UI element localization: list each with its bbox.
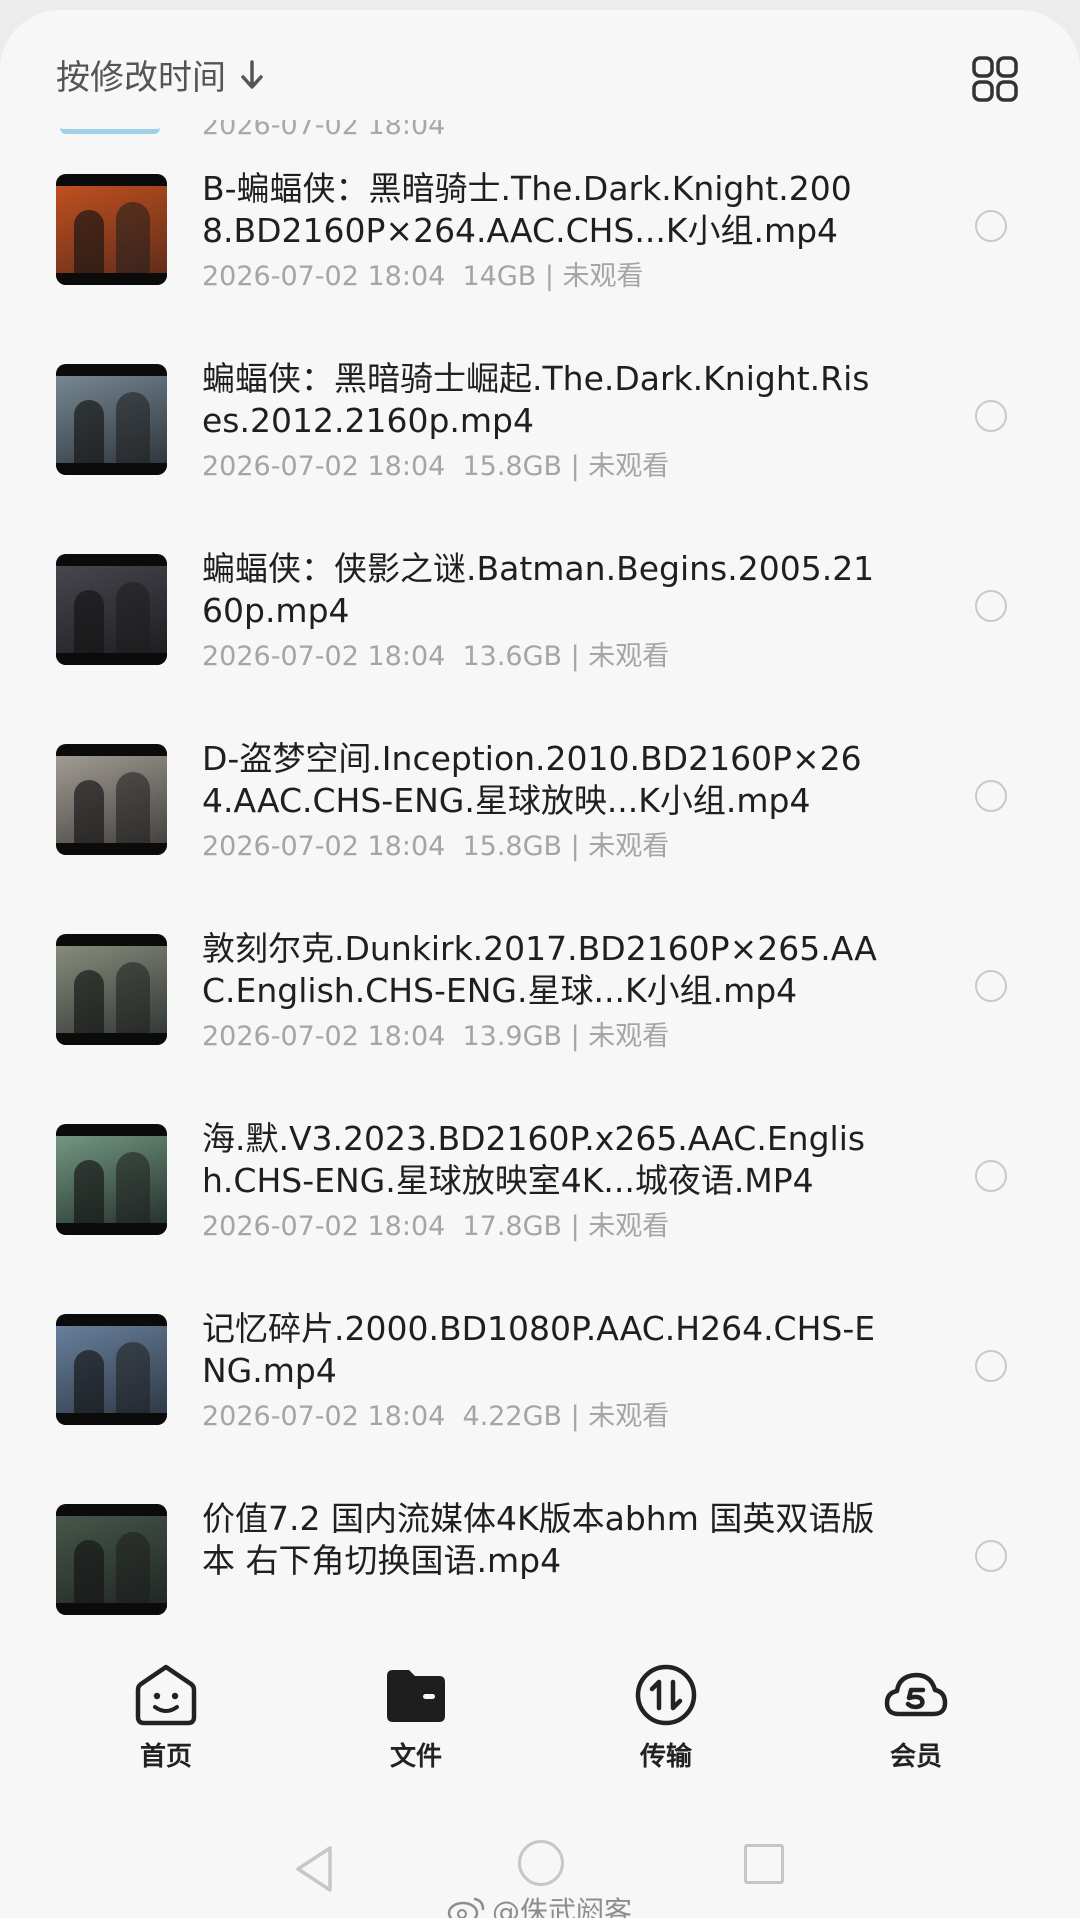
sort-by-modified-button[interactable]: 按修改时间 xyxy=(56,50,264,99)
file-title: 敦刻尔克.Dunkirk.2017.BD2160P×265.AAC.Englis… xyxy=(202,929,877,1010)
select-checkbox[interactable] xyxy=(975,1160,1007,1192)
list-item[interactable]: D-盗梦空间.Inception.2010.BD2160P×264.AAC.CH… xyxy=(0,720,1080,910)
file-meta: 2026-07-02 18:04 13.9GB | 未观看 xyxy=(202,1021,670,1052)
tab-label: 传输 xyxy=(639,1742,692,1772)
list-item[interactable]: 敦刻尔克.Dunkirk.2017.BD2160P×265.AAC.Englis… xyxy=(0,910,1080,1100)
file-browser-sheet: 按修改时间 2026-07-02 18:04 B-蝙蝠侠：黑暗骑士.The.Da… xyxy=(0,10,1080,1918)
back-icon[interactable] xyxy=(292,1844,336,1894)
file-title: D-盗梦空间.Inception.2010.BD2160P×264.AAC.CH… xyxy=(202,739,862,820)
recent-apps-icon[interactable] xyxy=(744,1844,784,1884)
arrow-down-icon xyxy=(241,59,263,89)
tab-files[interactable]: 文件 xyxy=(336,1662,496,1773)
select-checkbox[interactable] xyxy=(975,210,1007,242)
video-thumbnail xyxy=(56,364,167,475)
bottom-tab-bar: 首页 文件 传输 会员 xyxy=(0,1632,1080,1782)
tab-transfer[interactable]: 传输 xyxy=(586,1662,746,1773)
watermark: @侏武阏客 xyxy=(446,1890,632,1918)
vip-cloud-icon xyxy=(884,1672,948,1717)
transfer-icon xyxy=(635,1664,697,1726)
video-thumbnail xyxy=(60,120,160,134)
file-title: 记忆碎片.2000.BD1080P.AAC.H264.CHS-ENG.mp4 xyxy=(202,1309,876,1390)
select-checkbox[interactable] xyxy=(975,400,1007,432)
select-checkbox[interactable] xyxy=(975,1350,1007,1382)
select-checkbox[interactable] xyxy=(975,970,1007,1002)
list-item[interactable]: 价值7.2 国内流媒体4K版本abhm 国英双语版本 右下角切换国语.mp4 xyxy=(0,1480,1080,1632)
video-thumbnail xyxy=(56,744,167,855)
tab-label: 会员 xyxy=(889,1742,942,1772)
select-checkbox[interactable] xyxy=(975,590,1007,622)
system-nav-bar: @侏武阏客 xyxy=(0,1810,1080,1918)
file-title: 蝙蝠侠：黑暗骑士崛起.The.Dark.Knight.Rises.2012.21… xyxy=(202,359,870,440)
tab-label: 文件 xyxy=(389,1742,442,1772)
list-item[interactable]: B-蝙蝠侠：黑暗骑士.The.Dark.Knight.2008.BD2160P×… xyxy=(0,150,1080,340)
file-list[interactable]: 2026-07-02 18:04 B-蝙蝠侠：黑暗骑士.The.Dark.Kni… xyxy=(0,110,1080,1632)
video-thumbnail xyxy=(56,174,167,285)
grid-view-icon[interactable] xyxy=(972,56,1018,102)
home-circle-icon[interactable] xyxy=(518,1840,564,1886)
list-item[interactable]: 蝙蝠侠：黑暗骑士崛起.The.Dark.Knight.Rises.2012.21… xyxy=(0,340,1080,530)
file-meta: 2026-07-02 18:04 15.8GB | 未观看 xyxy=(202,451,670,482)
video-thumbnail xyxy=(56,934,167,1045)
select-checkbox[interactable] xyxy=(975,780,1007,812)
video-thumbnail xyxy=(56,554,167,665)
file-meta: 2026-07-02 18:04 15.8GB | 未观看 xyxy=(202,831,670,862)
tab-label: 首页 xyxy=(139,1742,192,1772)
folder-icon xyxy=(387,1670,445,1722)
video-thumbnail xyxy=(56,1504,167,1615)
sort-label: 按修改时间 xyxy=(56,58,226,98)
file-meta: 2026-07-02 18:04 14GB | 未观看 xyxy=(202,261,644,292)
file-title: 蝙蝠侠：侠影之谜.Batman.Begins.2005.2160p.mp4 xyxy=(202,549,875,630)
video-thumbnail xyxy=(56,1124,167,1235)
tab-vip[interactable]: 会员 xyxy=(836,1662,996,1773)
weibo-icon xyxy=(447,1897,485,1918)
list-item[interactable]: 蝙蝠侠：侠影之谜.Batman.Begins.2005.2160p.mp4 202… xyxy=(0,530,1080,720)
file-meta: 2026-07-02 18:04 4.22GB | 未观看 xyxy=(202,1401,670,1432)
file-title: 海.默.V3.2023.BD2160P.x265.AAC.English.CHS… xyxy=(202,1119,866,1200)
select-checkbox[interactable] xyxy=(975,1540,1007,1572)
watermark-text: @侏武阏客 xyxy=(492,1895,633,1918)
home-face-icon xyxy=(135,1664,197,1726)
file-meta: 2026-07-02 18:04 13.6GB | 未观看 xyxy=(202,641,670,672)
list-header: 按修改时间 xyxy=(0,10,1080,120)
list-item[interactable]: 海.默.V3.2023.BD2160P.x265.AAC.English.CHS… xyxy=(0,1100,1080,1290)
tab-home[interactable]: 首页 xyxy=(86,1662,246,1773)
file-title: 价值7.2 国内流媒体4K版本abhm 国英双语版本 右下角切换国语.mp4 xyxy=(202,1499,875,1580)
file-title: B-蝙蝠侠：黑暗骑士.The.Dark.Knight.2008.BD2160P×… xyxy=(202,169,852,250)
list-item[interactable]: 记忆碎片.2000.BD1080P.AAC.H264.CHS-ENG.mp4 20… xyxy=(0,1290,1080,1480)
file-meta: 2026-07-02 18:04 17.8GB | 未观看 xyxy=(202,1211,670,1242)
video-thumbnail xyxy=(56,1314,167,1425)
